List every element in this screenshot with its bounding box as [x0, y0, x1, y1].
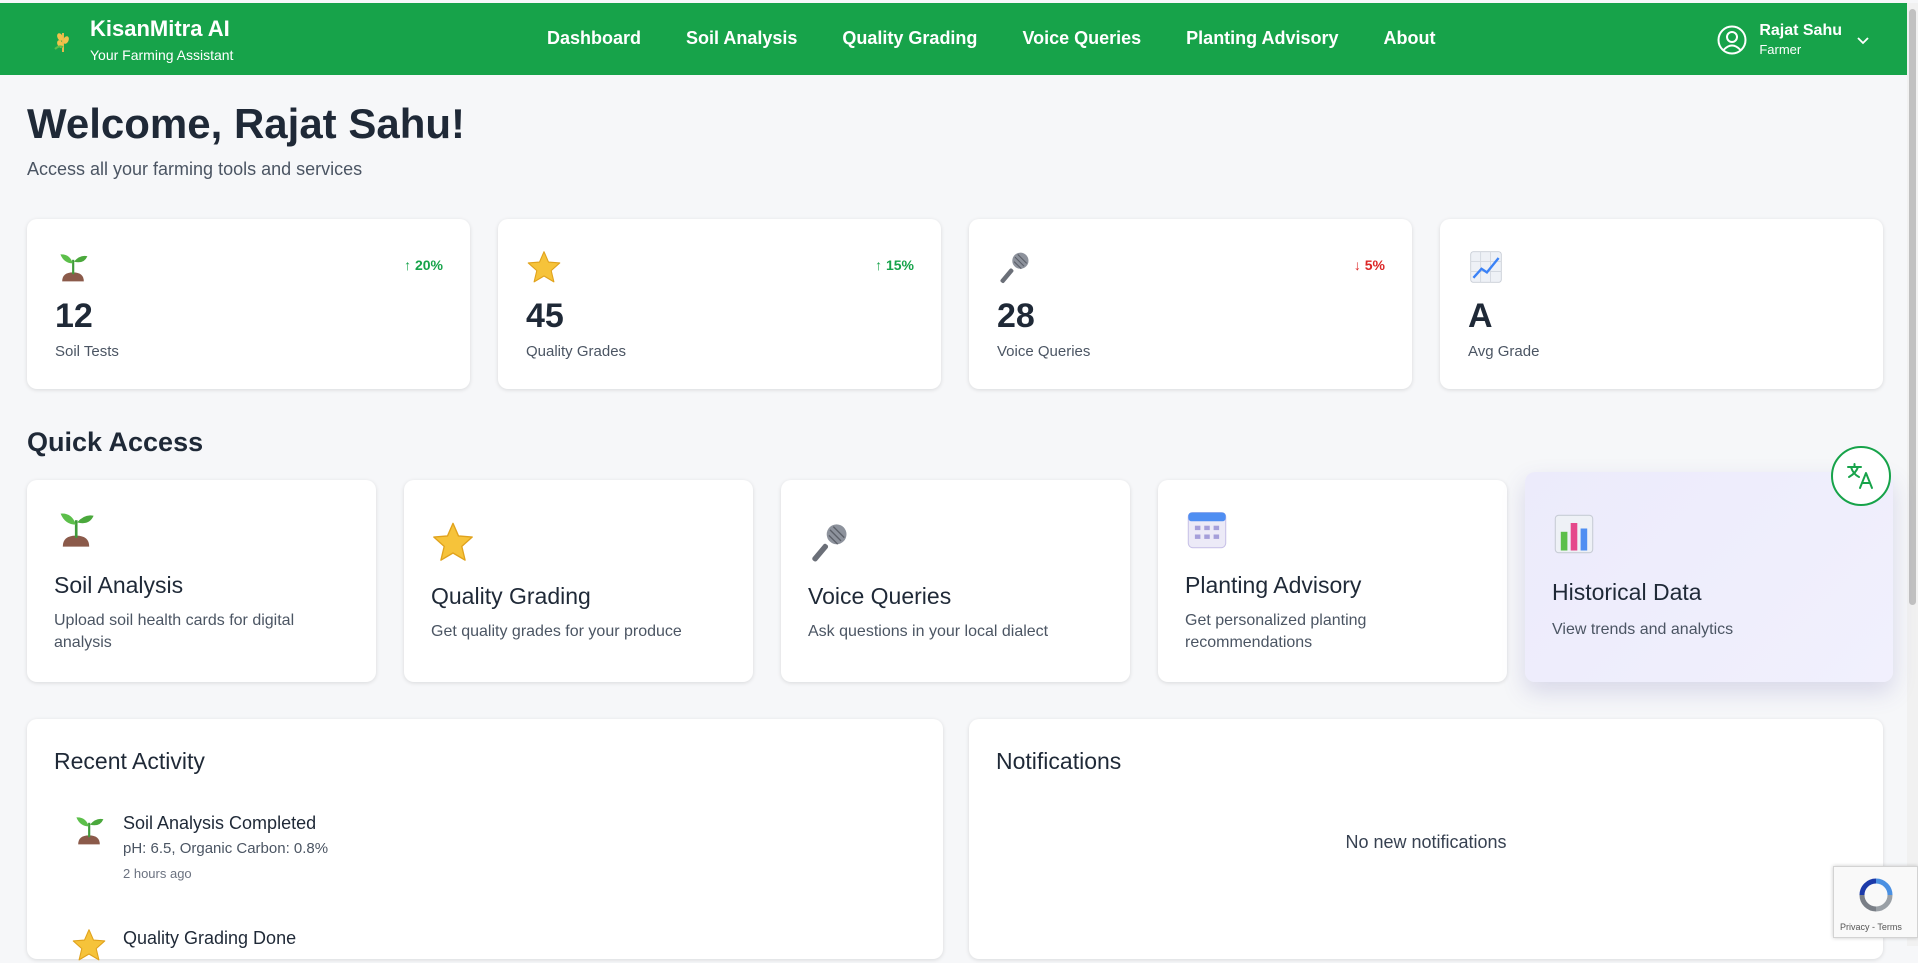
language-translate-button[interactable] — [1831, 446, 1891, 506]
user-name: Rajat Sahu — [1759, 22, 1842, 39]
nav-about[interactable]: About — [1384, 28, 1436, 49]
card-description: View trends and analytics — [1552, 621, 1734, 638]
nav-dashboard[interactable]: Dashboard — [547, 28, 641, 49]
page-scrollbar[interactable] — [1907, 3, 1918, 946]
translate-icon — [1847, 463, 1873, 489]
activity-title: Soil Analysis Completed — [123, 813, 317, 833]
stat-value: 45 — [526, 297, 564, 335]
trend-indicator: ↑ 20% — [404, 257, 443, 273]
seedling-icon — [71, 812, 107, 848]
stat-label: Soil Tests — [55, 343, 119, 360]
seedling-icon — [55, 249, 91, 285]
card-description: Ask questions in your local dialect — [808, 623, 1049, 640]
nav-planting-advisory[interactable]: Planting Advisory — [1186, 28, 1338, 49]
wheat-icon — [54, 33, 69, 52]
card-title: Soil Analysis — [54, 572, 184, 598]
card-title: Planting Advisory — [1185, 572, 1362, 598]
microphone-icon — [808, 520, 852, 564]
page-subtitle: Access all your farming tools and servic… — [27, 159, 363, 179]
star-icon — [526, 249, 562, 285]
card-description: Get personalized planting recommendation… — [1185, 612, 1367, 651]
quick-access-voice-queries[interactable]: Voice Queries Ask questions in your loca… — [781, 480, 1130, 682]
chevron-down-icon — [1857, 37, 1869, 45]
brand[interactable]: KisanMitra AI Your Farming Assistant — [50, 16, 233, 64]
activity-item[interactable]: Quality Grading Done — [71, 927, 296, 963]
quick-access-quality-grading[interactable]: Quality Grading Get quality grades for y… — [404, 480, 753, 682]
brand-tagline: Your Farming Assistant — [90, 47, 234, 63]
stat-value: A — [1468, 297, 1493, 335]
stat-value: 28 — [997, 297, 1035, 335]
card-title: Voice Queries — [808, 583, 952, 609]
quick-access-planting-advisory[interactable]: Planting Advisory Get personalized plant… — [1158, 480, 1507, 682]
trend-indicator: ↓ 5% — [1353, 257, 1385, 273]
stat-label: Quality Grades — [526, 343, 627, 360]
seedling-icon — [54, 507, 98, 551]
stat-card-avg-grade: A Avg Grade — [1440, 219, 1883, 389]
star-icon — [71, 927, 107, 963]
microphone-icon — [997, 249, 1033, 285]
brand-name: KisanMitra AI — [90, 16, 230, 41]
user-menu[interactable]: Rajat Sahu Farmer — [1717, 21, 1870, 59]
card-title: Historical Data — [1552, 579, 1702, 605]
star-icon — [431, 520, 475, 564]
activity-details: pH: 6.5, Organic Carbon: 0.8% — [123, 840, 329, 857]
stat-card-voice-queries: ↓ 5% 28 Voice Queries — [969, 219, 1412, 389]
recaptcha-badge[interactable]: Privacy - Terms — [1833, 866, 1918, 938]
card-description: Upload soil health cards for digital ana… — [54, 612, 295, 651]
user-circle-icon — [1717, 25, 1747, 55]
main-nav: Dashboard Soil Analysis Quality Grading … — [547, 28, 1481, 49]
notifications-panel: Notifications No new notifications — [969, 719, 1883, 959]
page-title: Welcome, Rajat Sahu! — [27, 100, 466, 147]
stat-label: Voice Queries — [997, 343, 1091, 360]
trend-indicator: ↑ 15% — [875, 257, 914, 273]
activity-time: 2 hours ago — [123, 866, 192, 881]
quick-access-soil-analysis[interactable]: Soil Analysis Upload soil health cards f… — [27, 480, 376, 682]
recent-activity-panel: Recent Activity Soil Analysis Completed … — [27, 719, 943, 959]
stat-card-soil-tests: ↑ 20% 12 Soil Tests — [27, 219, 470, 389]
nav-soil-analysis[interactable]: Soil Analysis — [686, 28, 797, 49]
empty-notifications-text: No new notifications — [1345, 832, 1507, 852]
recaptcha-icon — [1859, 878, 1893, 912]
quick-access-heading: Quick Access — [27, 427, 204, 457]
stat-value: 12 — [55, 297, 93, 335]
scrollbar-thumb[interactable] — [1909, 9, 1916, 605]
user-role: Farmer — [1759, 42, 1802, 57]
notifications-title: Notifications — [996, 748, 1122, 774]
card-description: Get quality grades for your produce — [431, 623, 682, 640]
bar-chart-icon — [1552, 512, 1596, 556]
quick-access-historical-data[interactable]: Historical Data View trends and analytic… — [1525, 472, 1893, 682]
nav-quality-grading[interactable]: Quality Grading — [842, 28, 977, 49]
privacy-terms-links[interactable]: Privacy - Terms — [1840, 922, 1902, 932]
chart-increasing-icon — [1468, 249, 1504, 285]
stat-label: Avg Grade — [1468, 343, 1540, 360]
calendar-icon — [1185, 507, 1229, 551]
nav-voice-queries[interactable]: Voice Queries — [1022, 28, 1141, 49]
activity-item[interactable]: Soil Analysis Completed pH: 6.5, Organic… — [71, 812, 328, 881]
top-navbar: KisanMitra AI Your Farming Assistant Das… — [0, 3, 1918, 75]
recent-activity-title: Recent Activity — [54, 748, 205, 774]
card-title: Quality Grading — [431, 583, 591, 609]
stat-card-quality-grades: ↑ 15% 45 Quality Grades — [498, 219, 941, 389]
